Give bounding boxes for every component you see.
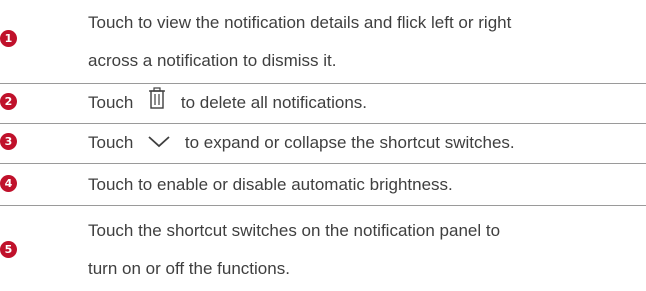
legend-row-1: 1 Touch to view the notification details… (0, 0, 646, 84)
legend-text-before: Touch (88, 133, 134, 152)
legend-row-5: 5 Touch the shortcut switches on the not… (0, 206, 646, 291)
callout-number-badge: 2 (0, 93, 17, 110)
callout-legend-table: 1 Touch to view the notification details… (0, 0, 646, 291)
legend-text-after: to expand or collapse the shortcut switc… (184, 133, 515, 152)
legend-text-before: Touch (88, 93, 134, 112)
legend-text: Touch to enable or disable automatic bri… (88, 175, 453, 194)
legend-text-after: to delete all notifications. (180, 93, 368, 112)
trash-icon (148, 86, 166, 122)
legend-text: Touch to delete all notifications. (88, 85, 367, 122)
legend-text-line: Touch to view the notification details a… (88, 13, 512, 32)
callout-number-badge: 5 (0, 241, 17, 258)
legend-text-line: across a notification to dismiss it. (88, 51, 337, 70)
legend-row-2: 2 Touch to delete all notifications. (0, 84, 646, 124)
legend-text-line: Touch the shortcut switches on the notif… (88, 221, 501, 240)
callout-number-badge: 3 (0, 133, 17, 150)
legend-row-3: 3 Touch to expand or collapse the shortc… (0, 124, 646, 164)
legend-row-4: 4 Touch to enable or disable automatic b… (0, 164, 646, 206)
callout-number-badge: 4 (0, 175, 17, 192)
callout-number-badge: 1 (0, 30, 17, 47)
chevron-down-icon (148, 126, 170, 162)
legend-text-line: turn on or off the functions. (88, 259, 290, 278)
legend-text: Touch to expand or collapse the shortcut… (88, 125, 515, 162)
